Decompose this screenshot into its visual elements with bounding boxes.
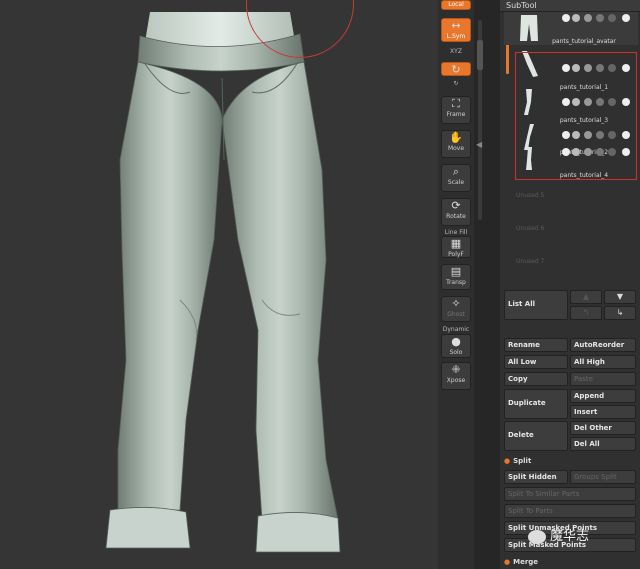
- unused-slot: Unused 5: [516, 192, 545, 199]
- scale-button[interactable]: ⌕ Scale: [441, 164, 471, 192]
- split-section-label: Split: [513, 457, 532, 465]
- pants-model-render: [105, 12, 341, 553]
- frame-label: Frame: [446, 111, 466, 118]
- delete-button[interactable]: Delete: [504, 421, 568, 451]
- unused-slot: Unused 6: [516, 225, 545, 232]
- subtool-item-avatar[interactable]: pants_tutorial_avatar: [504, 12, 638, 45]
- rename-button[interactable]: Rename: [504, 338, 568, 352]
- scale-label: Scale: [447, 179, 465, 186]
- collapse-tray-icon[interactable]: ◀: [476, 140, 482, 149]
- split-hidden-button[interactable]: Split Hidden: [504, 470, 568, 484]
- wechat-logo-icon: [528, 529, 546, 544]
- grid-icon: ▦: [450, 237, 462, 250]
- move-left-button[interactable]: ↰: [570, 306, 602, 320]
- line-fill-label: Line Fill: [444, 229, 468, 236]
- ghost-button[interactable]: ✧ Ghost: [441, 296, 471, 322]
- local-label: Local: [448, 1, 464, 8]
- shelf-scroll-thumb[interactable]: [477, 40, 483, 70]
- xpose-button[interactable]: ⁜ Xpose: [441, 362, 471, 390]
- selection-highlight-box: [515, 52, 637, 180]
- del-other-button[interactable]: Del Other: [570, 421, 636, 435]
- move-label: Move: [447, 145, 465, 152]
- transp-label: Transp: [446, 279, 466, 286]
- copy-button[interactable]: Copy: [504, 372, 568, 386]
- rotate-label: Rotate: [446, 213, 466, 220]
- rotate-y-icon[interactable]: ↻: [438, 80, 474, 87]
- tray-divider: ◀: [474, 0, 500, 569]
- subtool-panel: SubTool pants_tutorial_avatar pants_tuto…: [500, 0, 640, 569]
- xyz-toggle[interactable]: XYZ: [438, 48, 474, 55]
- local-button[interactable]: Local: [441, 0, 471, 10]
- subtool-header[interactable]: SubTool: [500, 0, 640, 12]
- split-section-header[interactable]: ● Split: [500, 455, 640, 467]
- insert-button[interactable]: Insert: [570, 405, 636, 419]
- subtool-visibility-icons[interactable]: [560, 14, 636, 24]
- solo-button[interactable]: ● Solo: [441, 334, 471, 358]
- move-up-button[interactable]: ▲: [570, 290, 602, 304]
- list-all-button[interactable]: List All: [504, 290, 568, 320]
- collapse-bullet-icon: ●: [504, 558, 511, 566]
- paste-button[interactable]: Paste: [570, 372, 636, 386]
- split-to-similar-parts-button[interactable]: Split To Similar Parts: [504, 487, 636, 501]
- polyf-label: PolyF: [448, 251, 464, 258]
- merge-section-label: Merge: [513, 558, 539, 566]
- magnifier-icon: ⌕: [452, 165, 460, 178]
- xpose-label: Xpose: [446, 377, 466, 384]
- rotation-toggle-button[interactable]: ↻: [441, 62, 471, 76]
- append-button[interactable]: Append: [570, 389, 636, 403]
- transp-button[interactable]: ▤ Transp: [441, 264, 471, 290]
- rotate-icon: ⟳: [451, 199, 461, 212]
- right-shelf: Local ↔ L.Sym XYZ ↻ ↻ ⛶ Frame ✋ Move ⌕ S…: [438, 0, 474, 569]
- move-right-button[interactable]: ↳: [604, 306, 636, 320]
- lsym-label: L.Sym: [446, 33, 466, 40]
- watermark-text: 魔华志: [550, 529, 590, 544]
- ghost-label: Ghost: [447, 311, 465, 318]
- collapse-bullet-icon: ●: [504, 457, 511, 465]
- del-all-button[interactable]: Del All: [570, 437, 636, 451]
- transparency-icon: ▤: [450, 265, 462, 278]
- subtool-name: pants_tutorial_avatar: [552, 38, 616, 45]
- ghost-icon: ✧: [451, 297, 461, 310]
- groups-split-button[interactable]: Groups Split: [570, 470, 636, 484]
- hand-icon: ✋: [449, 131, 463, 144]
- eye-icon: [622, 14, 630, 22]
- rotate-button[interactable]: ⟳ Rotate: [441, 198, 471, 226]
- merge-section-header[interactable]: ● Merge: [500, 556, 640, 568]
- frame-button[interactable]: ⛶ Frame: [441, 96, 471, 124]
- viewport-canvas[interactable]: [0, 0, 438, 569]
- autoreorder-button[interactable]: AutoReorder: [570, 338, 636, 352]
- wechat-watermark: 魔华志: [528, 526, 628, 548]
- explode-icon: ⁜: [451, 363, 461, 376]
- symmetry-icon: ↔: [451, 19, 461, 32]
- split-to-parts-button[interactable]: Split To Parts: [504, 504, 636, 518]
- frame-icon: ⛶: [452, 97, 460, 110]
- duplicate-button[interactable]: Duplicate: [504, 389, 568, 419]
- all-low-button[interactable]: All Low: [504, 355, 568, 369]
- rotate-axis-icon: ↻: [451, 63, 461, 76]
- solo-label: Solo: [449, 349, 463, 356]
- dynamic-label: Dynamic: [442, 326, 470, 333]
- lsym-button[interactable]: ↔ L.Sym: [441, 18, 471, 42]
- move-button[interactable]: ✋ Move: [441, 130, 471, 158]
- move-down-button[interactable]: ▼: [604, 290, 636, 304]
- solo-icon: ●: [451, 335, 461, 348]
- all-high-button[interactable]: All High: [570, 355, 636, 369]
- polyf-button[interactable]: ▦ PolyF: [441, 236, 471, 258]
- unused-slot: Unused 7: [516, 258, 545, 265]
